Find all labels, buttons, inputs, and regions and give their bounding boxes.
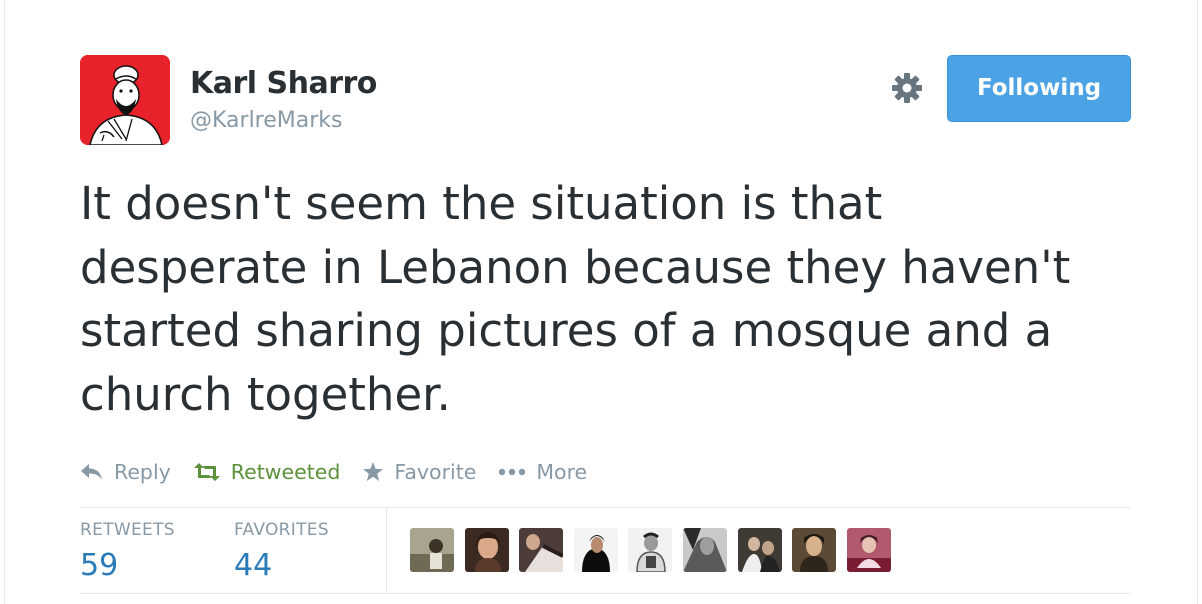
- favoriter-avatar[interactable]: [682, 528, 727, 572]
- favoriter-avatar[interactable]: [846, 528, 891, 572]
- more-dots-icon: [499, 468, 526, 476]
- favoriter-avatar[interactable]: [792, 528, 837, 572]
- favorites-count: 44: [234, 548, 273, 583]
- favoriter-avatar[interactable]: [737, 528, 782, 572]
- tweet-text-line: It doesn't seem the situation is that: [80, 177, 883, 230]
- tweet-text: It doesn't seem the situation is that de…: [80, 172, 1160, 426]
- favoriter-avatars: [410, 528, 901, 572]
- more-label: More: [536, 460, 588, 484]
- favoriter-avatar[interactable]: [464, 528, 509, 572]
- favoriter-avatar[interactable]: [519, 528, 564, 572]
- reply-label: Reply: [114, 460, 171, 484]
- tweet-text-line: church together.: [80, 367, 451, 421]
- reply-button[interactable]: Reply: [80, 460, 171, 484]
- favoriter-avatar[interactable]: [573, 528, 618, 572]
- favorites-label: FAVORITES: [234, 520, 329, 540]
- avatar-illustration: [80, 55, 170, 145]
- retweet-icon: [193, 463, 220, 481]
- retweeted-button[interactable]: Retweeted: [193, 460, 341, 484]
- tweet-actions: Reply Retweeted Favorite More: [80, 455, 609, 489]
- author-name[interactable]: Karl Sharro: [190, 66, 377, 101]
- gear-icon[interactable]: [889, 70, 925, 106]
- favorite-label: Favorite: [394, 460, 477, 484]
- star-icon: [363, 462, 384, 481]
- retweets-count: 59: [80, 548, 119, 583]
- stats-vertical-divider: [386, 508, 387, 592]
- author-handle[interactable]: @KarlreMarks: [190, 108, 343, 133]
- following-button[interactable]: Following: [947, 55, 1131, 122]
- favorite-button[interactable]: Favorite: [362, 460, 476, 484]
- stats-bottom-divider: [80, 593, 1130, 594]
- reply-icon: [81, 464, 102, 480]
- favoriter-avatar[interactable]: [410, 528, 454, 572]
- tweet-text-line: started sharing pictures of a mosque and…: [80, 304, 1053, 357]
- retweeted-label: Retweeted: [230, 460, 341, 484]
- favoriter-avatar[interactable]: [628, 528, 673, 572]
- retweets-label: RETWEETS: [80, 520, 175, 540]
- more-button[interactable]: More: [498, 460, 587, 484]
- stats-top-divider: [80, 507, 1130, 508]
- tweet-text-line: desperate in Lebanon because they haven'…: [80, 240, 1071, 294]
- author-avatar[interactable]: [80, 55, 170, 145]
- retweets-stat[interactable]: RETWEETS 59: [80, 520, 175, 583]
- favorites-stat[interactable]: FAVORITES 44: [234, 520, 329, 583]
